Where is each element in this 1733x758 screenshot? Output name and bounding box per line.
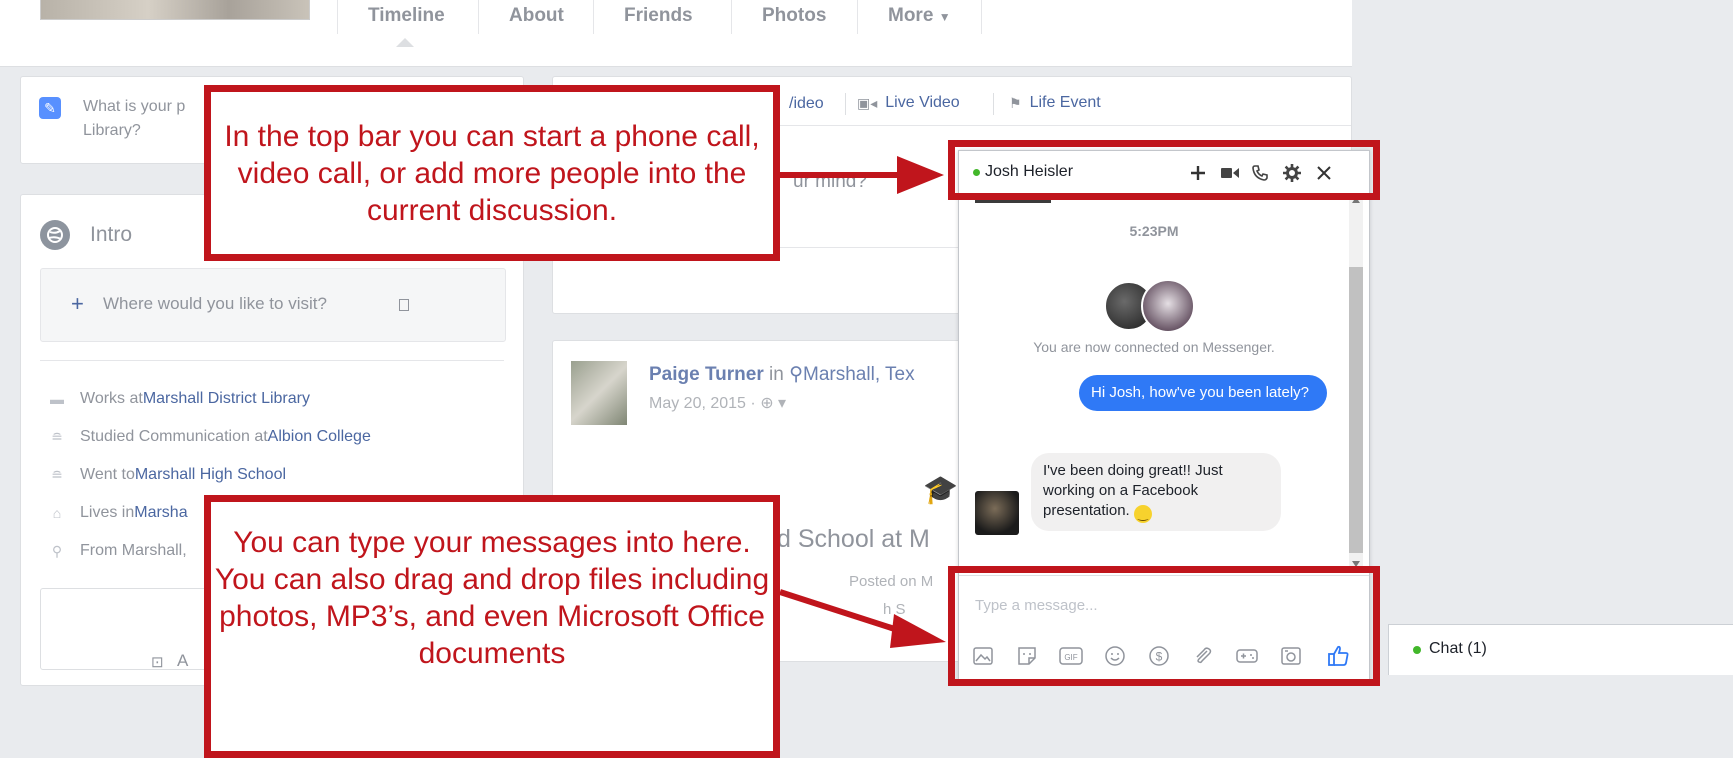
composer-video-option[interactable]: /ideo	[789, 95, 824, 113]
online-status-dot	[1413, 646, 1421, 654]
divider	[993, 93, 994, 115]
graduation-cap-icon: 🎓	[923, 474, 958, 505]
edit-icon	[399, 299, 409, 311]
top-bar-annotation: In the top bar you can start a phone cal…	[204, 85, 780, 261]
post-meta: May 20, 2015 · ⊕ ▾	[649, 393, 786, 413]
chat-scrollbar[interactable]	[1349, 197, 1363, 567]
bio-prompt-line1: What is your p	[83, 98, 186, 115]
tab-more-label: More	[888, 5, 934, 26]
post-author-link[interactable]: Paige Turner	[649, 364, 764, 385]
house-icon: ⌂	[52, 505, 62, 521]
intro-title: Intro	[90, 223, 133, 246]
briefcase-icon: ▬	[50, 391, 64, 407]
tab-photos[interactable]: Photos	[731, 0, 856, 34]
plus-icon: +	[71, 291, 84, 316]
live-video-icon: ▣◂	[857, 94, 878, 111]
post-header: Paige Turner in ⚲Marshall, Tex	[649, 363, 915, 387]
live-video-label: Live Video	[885, 94, 960, 111]
intro-item-lives-text: Lives in	[80, 504, 135, 521]
chat-dock-label: Chat (1)	[1429, 640, 1487, 657]
received-message-text: I've been doing great!! Just working on …	[1043, 462, 1223, 519]
intro-item-college-text: Studied Communication at	[80, 428, 268, 445]
intro-item-highschool-text: Went to	[80, 466, 135, 483]
cover-photo-thumbnail	[40, 0, 310, 20]
connected-notice: You are now connected on Messenger.	[1033, 339, 1275, 355]
post-date[interactable]: May 20, 2015 ·	[649, 395, 756, 412]
post-in-word: in	[769, 364, 784, 385]
intro-item-lives: ⌂ Lives in Marsha	[50, 504, 188, 522]
author-avatar[interactable]	[571, 361, 627, 425]
location-pin-icon: ⚲	[789, 364, 804, 385]
tab-about[interactable]: About	[478, 0, 594, 34]
pencil-icon: ✎	[39, 97, 61, 119]
tab-more[interactable]: More ▼	[857, 0, 982, 34]
workplace-link[interactable]: Marshall District Library	[143, 390, 310, 408]
intro-item-from-text: From Marshall,	[80, 542, 187, 559]
city-link[interactable]: Marsha	[134, 504, 187, 522]
graduation-cap-icon: ≘	[51, 429, 63, 445]
composer-life-event-option[interactable]: ⚑ Life Event	[1009, 94, 1101, 112]
composer-annotation: You can type your messages into here. Yo…	[204, 495, 780, 758]
divider	[40, 360, 504, 361]
smiley-emoji-icon: ‿	[1133, 505, 1152, 523]
college-link[interactable]: Albion College	[268, 428, 371, 446]
arrow-to-top-bar	[780, 156, 944, 194]
tab-timeline[interactable]: Timeline	[337, 0, 475, 34]
message-timestamp: 5:23PM	[1129, 223, 1179, 239]
add-place-button[interactable]: + Where would you like to visit?	[40, 268, 506, 342]
highschool-link[interactable]: Marshall High School	[135, 466, 286, 484]
chat-dock-tab[interactable]: Chat (1)	[1388, 624, 1733, 675]
contact-avatar[interactable]	[975, 491, 1019, 535]
tab-friends[interactable]: Friends	[593, 0, 723, 34]
globe-icon	[40, 220, 70, 250]
caret-down-icon: ▼	[938, 10, 951, 24]
composer-live-video-option[interactable]: ▣◂ Live Video	[857, 94, 960, 112]
divider	[845, 93, 846, 115]
intro-item-from: ⚲ From Marshall,	[50, 542, 187, 560]
composer-highlight	[948, 566, 1380, 686]
arrow-to-composer	[779, 589, 946, 648]
post-location-link[interactable]: Marshall, Tex	[803, 364, 915, 385]
location-pin-icon: ⚲	[51, 543, 63, 559]
globe-icon[interactable]: ⊕ ▾	[760, 395, 786, 412]
add-featured-label: A	[177, 651, 189, 670]
life-event-headline: d School at M	[777, 525, 930, 553]
received-message-bubble: I've been doing great!! Just working on …	[1031, 453, 1281, 531]
intro-item-college: ≘ Studied Communication at Albion Colleg…	[50, 428, 371, 446]
intro-item-highschool: ≘ Went to Marshall High School	[50, 466, 286, 484]
add-photo-icon: ⊡	[151, 654, 164, 671]
avatar	[1141, 279, 1195, 333]
intro-item-work: ▬ Works at Marshall District Library	[50, 390, 310, 408]
life-event-label: Life Event	[1029, 94, 1101, 111]
bio-prompt-text[interactable]: What is your p Library?	[83, 95, 185, 143]
graduation-cap-icon: ≘	[51, 467, 63, 483]
add-place-label: Where would you like to visit?	[103, 294, 327, 313]
bio-prompt-line2: Library?	[83, 122, 141, 139]
flag-icon: ⚑	[1009, 94, 1022, 111]
scrollbar-thumb[interactable]	[1349, 267, 1363, 553]
intro-item-work-text: Works at	[80, 390, 143, 407]
active-tab-indicator	[396, 38, 414, 47]
top-bar-highlight	[948, 140, 1380, 200]
sent-message-bubble: Hi Josh, how've you been lately?	[1079, 375, 1327, 411]
